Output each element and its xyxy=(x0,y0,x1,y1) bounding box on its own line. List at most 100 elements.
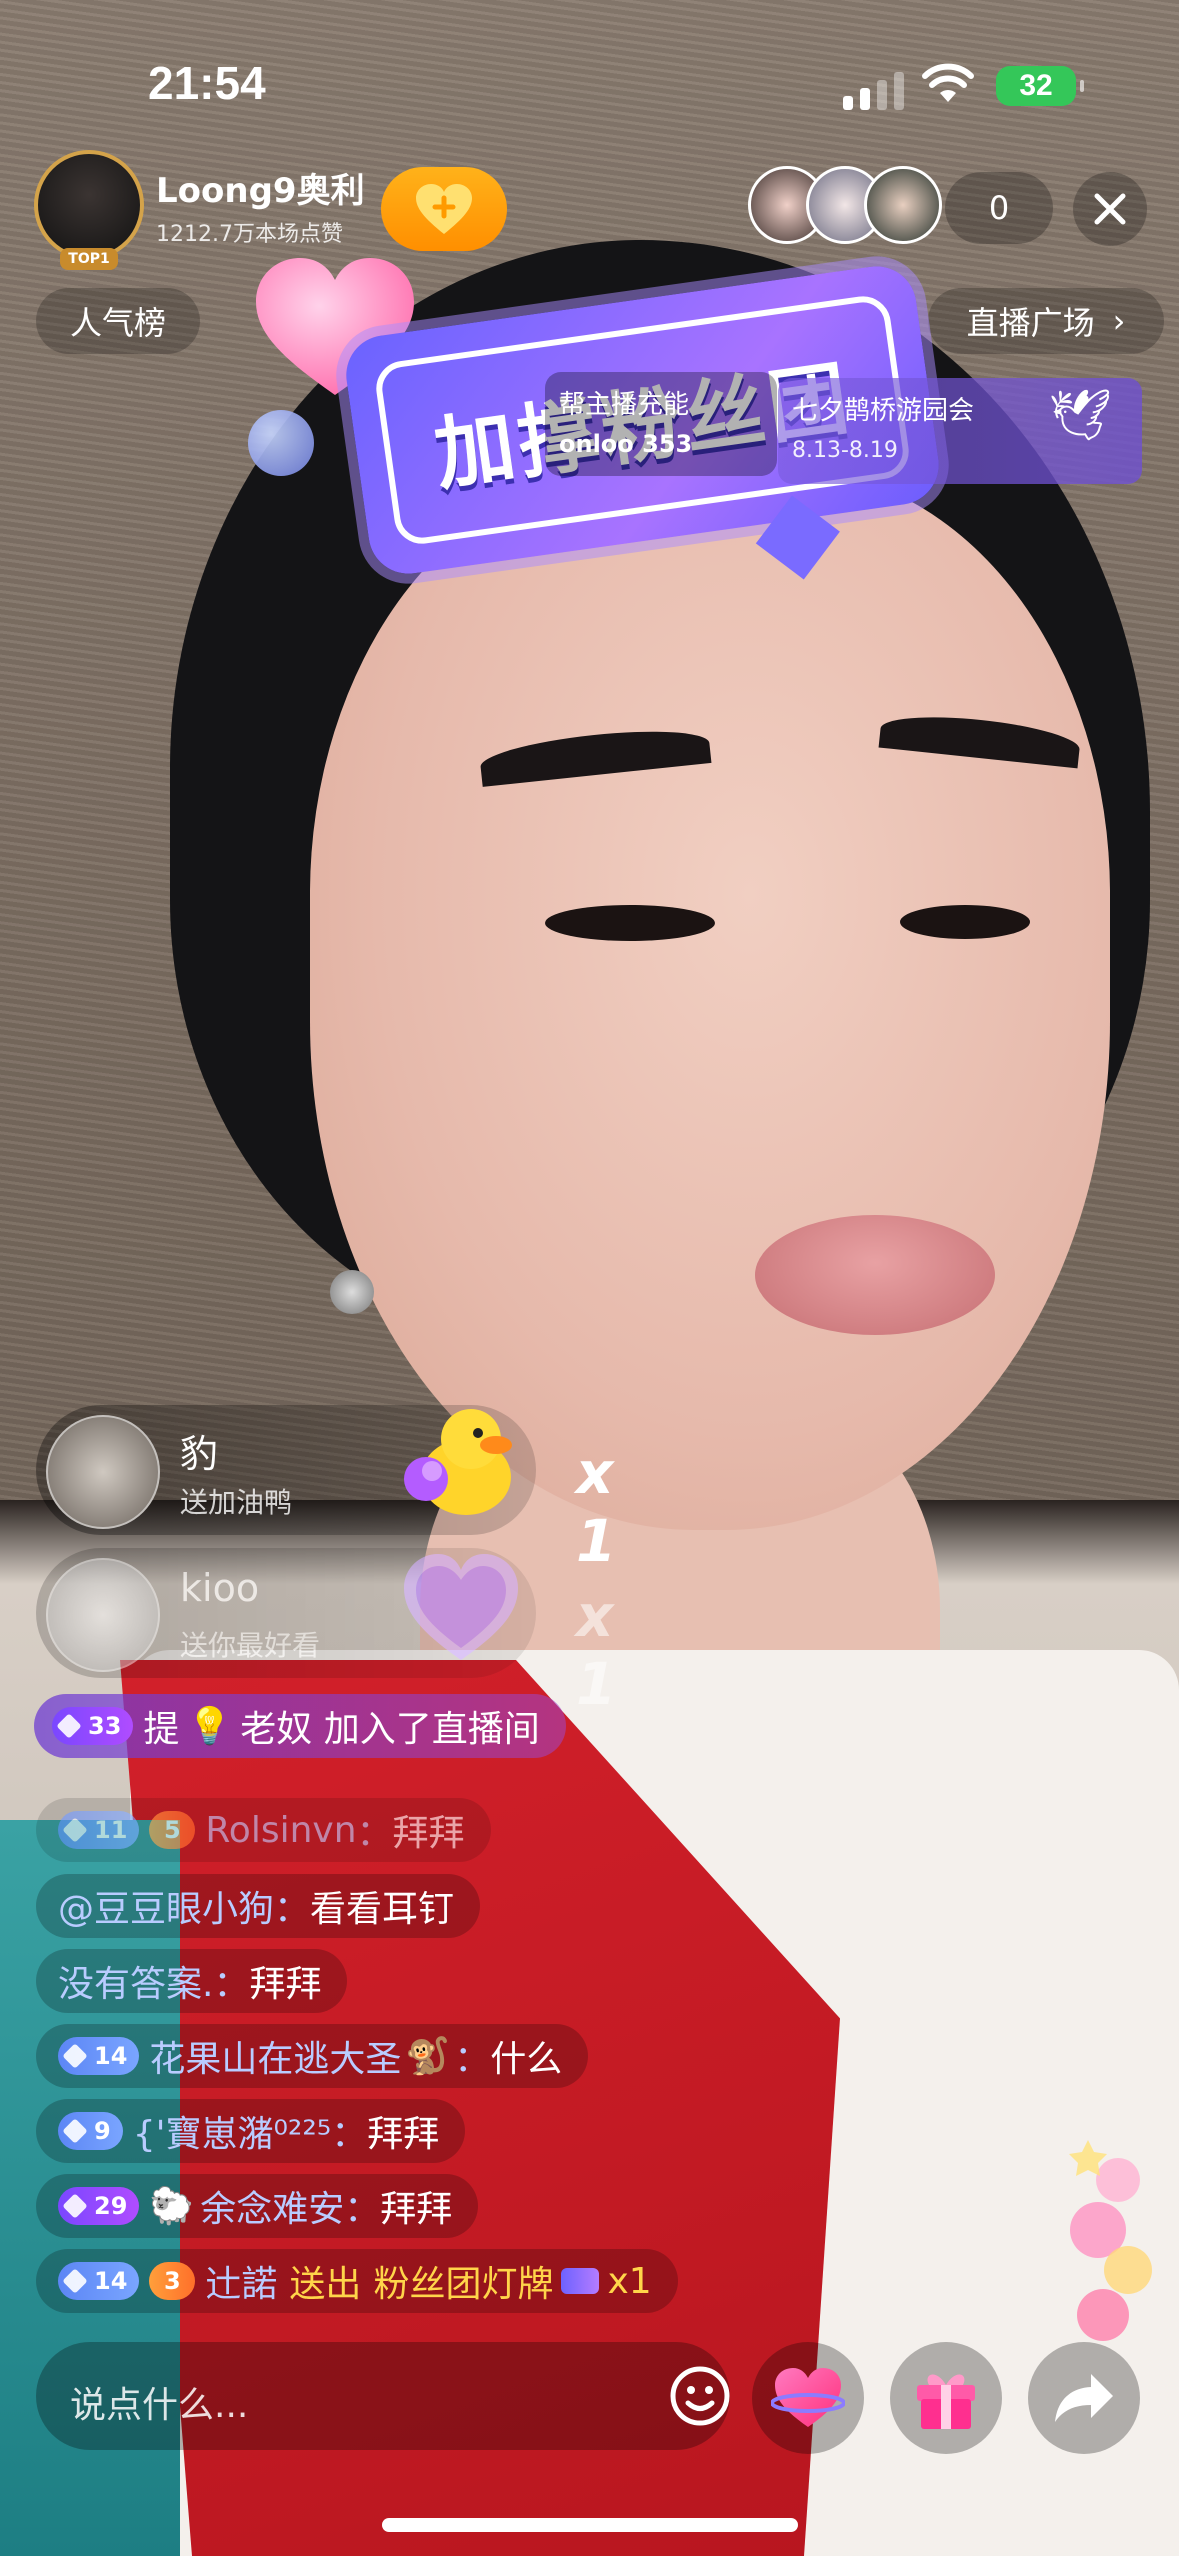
gift-action: 送出 xyxy=(289,2264,362,2305)
streamer-eye-right xyxy=(900,905,1030,939)
chat-message: 拜拜 xyxy=(367,2114,440,2155)
wifi-icon xyxy=(922,63,974,102)
lightbulb-icon: 💡 xyxy=(187,1706,233,1747)
level-number: 14 xyxy=(94,2042,128,2070)
chat-line[interactable]: 29 🐑 余念难安： 拜拜 xyxy=(36,2174,479,2238)
event-title: 七夕鹊桥游园会 xyxy=(792,396,975,426)
gift-description: 送你最好看 xyxy=(180,1629,321,1662)
level-badge: 14 xyxy=(58,2037,140,2075)
join-message[interactable]: 33 提 💡 老奴 加入了直播间 xyxy=(34,1694,566,1758)
lovebirds-icon: 🕊 xyxy=(1048,386,1112,444)
share-arrow-icon xyxy=(1055,2374,1113,2422)
chat-username: 没有答案. xyxy=(58,1964,214,2005)
duck-gift-icon xyxy=(404,1409,512,1515)
gift-sender-avatar[interactable] xyxy=(46,1415,160,1529)
chevron-right-icon: › xyxy=(1112,302,1126,340)
comment-input[interactable]: 说点什么... xyxy=(36,2342,730,2450)
follow-button[interactable] xyxy=(381,167,507,251)
gift-count: x 1 xyxy=(576,1439,617,1575)
heart-planet-icon xyxy=(771,2368,845,2427)
chat-username: @豆豆眼小狗 xyxy=(58,1889,275,1930)
chat-message: 老奴 加入了直播间 xyxy=(240,1709,540,1750)
gift-count: x1 xyxy=(607,2260,652,2302)
status-bar: 21:54 32 xyxy=(0,0,1179,150)
chat-separator: ： xyxy=(331,2114,368,2155)
level-badge: 11 xyxy=(58,1811,140,1849)
level-number: 9 xyxy=(94,2117,111,2145)
diamond-icon xyxy=(62,2043,88,2069)
streamer-lips xyxy=(755,1215,995,1335)
streamer-eye-left xyxy=(545,905,715,941)
level-badge: 14 xyxy=(58,2262,140,2300)
chat-username: 辻諾 xyxy=(205,2264,278,2305)
gift-sender-name: 豹 xyxy=(180,1432,219,1476)
comment-placeholder: 说点什么... xyxy=(70,2385,249,2426)
gift-sender-name: kioo xyxy=(180,1566,260,1610)
chat-line[interactable]: @豆豆眼小狗： 看看耳钉 xyxy=(36,1874,481,1938)
chat-separator: ： xyxy=(344,2189,381,2230)
monkey-icon: 🐒 xyxy=(405,2036,451,2077)
emoji-icon[interactable] xyxy=(668,2364,732,2428)
like-button[interactable] xyxy=(752,2342,864,2454)
level-number: 29 xyxy=(94,2192,128,2220)
share-button[interactable] xyxy=(1028,2342,1140,2454)
gift-notification: 豹 送加油鸭 x 1 xyxy=(36,1405,616,1575)
chat-line[interactable]: 没有答案.： 拜拜 xyxy=(36,1949,348,2013)
viewer-avatar[interactable] xyxy=(864,166,942,244)
gift-chat-line[interactable]: 14 3 辻諾 送出 粉丝团灯牌 x1 xyxy=(36,2249,678,2313)
chat-username: {'寶崽潴⁰²²⁵ xyxy=(132,2114,332,2155)
chat-separator: ： xyxy=(213,1964,250,2005)
chat-line[interactable]: 11 5 Rolsinvn： 拜拜 xyxy=(36,1798,491,1862)
chat-message: 拜拜 xyxy=(392,1813,465,1854)
chat-message: 拜拜 xyxy=(380,2189,453,2230)
cell-signal-icon xyxy=(843,72,904,110)
diamond-icon xyxy=(62,2193,88,2219)
level-number: 33 xyxy=(88,1712,122,1740)
top-viewers[interactable] xyxy=(748,166,942,244)
heart-gift-icon xyxy=(404,1554,518,1660)
diamond-icon xyxy=(62,2268,88,2294)
close-icon xyxy=(1094,193,1126,225)
gift-button[interactable] xyxy=(890,2342,1002,2454)
level-badge: 29 xyxy=(58,2187,140,2225)
gift-name: 粉丝团灯牌 xyxy=(373,2264,554,2305)
host-info[interactable]: TOP1 Loong9奥利 1212.7万本场点赞 xyxy=(34,150,365,270)
diamond-icon xyxy=(56,1713,82,1739)
viewer-count[interactable]: 0 xyxy=(945,172,1053,244)
gift-sender-avatar[interactable] xyxy=(46,1558,160,1672)
event-date: 8.13-8.19 xyxy=(792,438,898,463)
chat-line[interactable]: 14 花果山在逃大圣 🐒： 什么 xyxy=(36,2024,589,2088)
event-card[interactable]: 七夕鹊桥游园会 8.13-8.19 🕊 xyxy=(778,378,1142,484)
level-number: 11 xyxy=(94,1816,128,1844)
chat-separator: ： xyxy=(454,2039,491,2080)
chat-separator: ： xyxy=(356,1813,393,1854)
chat-username: 余念难安 xyxy=(200,2189,345,2230)
diamond-icon xyxy=(62,1817,88,1843)
status-time: 21:54 xyxy=(148,57,266,109)
fan-badge: 3 xyxy=(149,2262,196,2300)
gift-count: x 1 xyxy=(576,1582,617,1718)
popularity-rank-button[interactable]: 人气榜 xyxy=(36,288,200,354)
chat-separator: ： xyxy=(274,1889,311,1930)
host-avatar[interactable]: TOP1 xyxy=(34,150,144,270)
chat-username: 花果山在逃大圣 xyxy=(149,2039,402,2080)
heart-plus-icon xyxy=(416,184,472,234)
live-plaza-label: 直播广场 xyxy=(966,304,1095,342)
gift-box-icon xyxy=(917,2374,975,2429)
bubble-decoration xyxy=(248,410,314,476)
fan-light-icon xyxy=(561,2268,600,2294)
level-badge: 33 xyxy=(52,1707,134,1745)
chat-line[interactable]: 9 {'寶崽潴⁰²²⁵： 拜拜 xyxy=(36,2099,466,2163)
level-badge: 9 xyxy=(58,2112,123,2150)
sheep-icon: 🐑 xyxy=(149,2186,195,2227)
gift-notification: kioo 送你最好看 x 1 xyxy=(36,1548,616,1718)
chat-message: 拜拜 xyxy=(249,1964,322,2005)
close-button[interactable] xyxy=(1073,172,1147,246)
helper-card[interactable]: 帮主播充能 onloo 353 xyxy=(545,372,777,476)
floating-hearts-decoration xyxy=(1069,2140,1152,2341)
home-indicator[interactable] xyxy=(382,2518,798,2532)
gift-description: 送加油鸭 xyxy=(180,1486,293,1519)
top1-badge: TOP1 xyxy=(60,248,118,270)
chat-username: 提 xyxy=(143,1709,180,1750)
live-plaza-button[interactable]: 直播广场 › xyxy=(928,288,1164,354)
